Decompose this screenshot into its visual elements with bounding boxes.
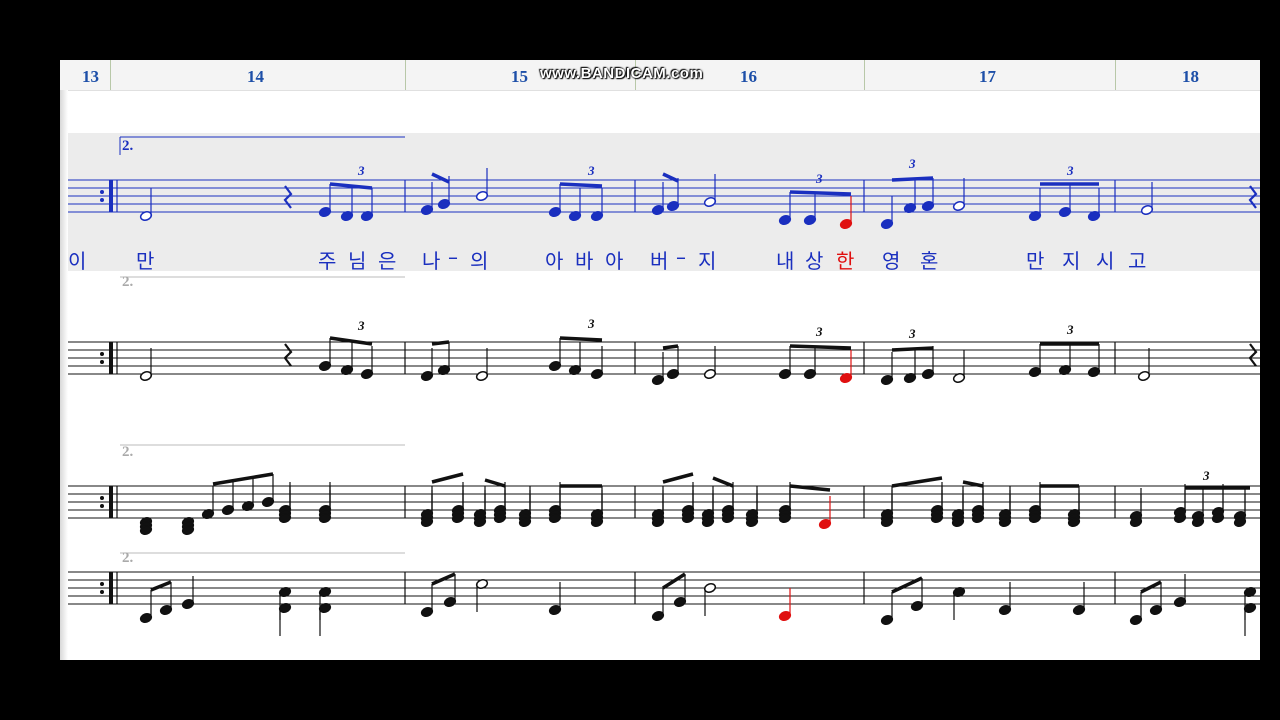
- note-beam: [431, 172, 450, 184]
- lyric-syllable[interactable]: 이: [68, 245, 86, 274]
- notation-canvas[interactable]: 3 3 3 3 3 3 3 3 3 3 3: [60, 60, 1260, 660]
- note-beam: [712, 476, 734, 488]
- note-beam: [150, 580, 172, 592]
- repeat-barline-thick: [109, 486, 113, 518]
- note-beam: [891, 476, 943, 488]
- lyric-syllable[interactable]: 내: [776, 245, 794, 274]
- lyric-syllable[interactable]: 은: [378, 245, 396, 274]
- score-viewport[interactable]: 13 14 15 16 17 18 www.BANDICAM.com 33333…: [60, 60, 1260, 660]
- repeat-dot: [100, 360, 104, 364]
- triplet-mark: 3: [1066, 322, 1074, 337]
- note-beam: [962, 480, 984, 488]
- note-beam: [662, 472, 694, 484]
- triplet-mark: 3: [357, 318, 365, 333]
- repeat-dot: [100, 582, 104, 586]
- note-beam: [789, 344, 852, 350]
- note-beam: [891, 176, 934, 182]
- note-beam: [662, 344, 679, 350]
- volta-label: 2.: [122, 138, 134, 154]
- lyric-syllable[interactable]: 영: [882, 245, 900, 274]
- lyric-syllable[interactable]: 바: [575, 245, 593, 274]
- triplet-mark: 3: [908, 156, 916, 171]
- volta-label: 2.: [122, 274, 134, 290]
- repeat-dot: [100, 190, 104, 194]
- triplet-mark: 3: [908, 326, 916, 341]
- note-beam: [559, 182, 603, 188]
- note-beam: [484, 478, 506, 488]
- note-beam: [662, 572, 686, 590]
- repeat-dot: [100, 198, 104, 202]
- lyric-syllable[interactable]: 아: [605, 245, 623, 274]
- lyric-syllable[interactable]: 님: [348, 245, 366, 274]
- repeat-dot: [100, 504, 104, 508]
- triplet-mark: 3: [587, 163, 595, 178]
- repeat-barline-thick: [109, 572, 113, 604]
- lyric-syllable[interactable]: 나: [422, 245, 440, 274]
- quarter-rest: [1248, 343, 1258, 367]
- lyric-syllable[interactable]: 시: [1096, 245, 1114, 274]
- lyric-syllable[interactable]: 의: [470, 245, 488, 274]
- repeat-barline-thick: [109, 180, 113, 212]
- volta-label: 2.: [122, 550, 134, 566]
- note-beam: [329, 182, 373, 190]
- lyric-syllable[interactable]: –: [448, 245, 458, 269]
- lyric-syllable[interactable]: 아: [545, 245, 563, 274]
- triplet-mark: 3: [1202, 468, 1210, 483]
- triplet-mark: 3: [1066, 163, 1074, 178]
- volta-label: 2.: [122, 444, 134, 460]
- quarter-rest: [1248, 185, 1258, 209]
- note-beam: [431, 572, 456, 586]
- triplet-mark: 3: [815, 171, 823, 186]
- repeat-barline-thick: [109, 342, 113, 374]
- note-beam: [329, 336, 373, 346]
- lyric-syllable[interactable]: 지: [698, 245, 716, 274]
- note-beam: [431, 340, 450, 346]
- repeat-dot: [100, 590, 104, 594]
- triplet-mark: 3: [357, 163, 365, 178]
- lyric-syllable[interactable]: 만: [136, 245, 154, 274]
- quarter-rest: [283, 185, 293, 209]
- note-beam: [431, 472, 464, 484]
- repeat-dot: [100, 352, 104, 356]
- quarter-rest: [283, 343, 293, 367]
- lyric-syllable[interactable]: 버: [650, 245, 668, 274]
- note-beam: [212, 472, 274, 486]
- note-beam: [1140, 580, 1162, 594]
- lyric-syllable[interactable]: 상: [805, 245, 823, 274]
- lyric-syllable[interactable]: 만: [1026, 245, 1044, 274]
- lyric-syllable[interactable]: 지: [1062, 245, 1080, 274]
- note-beam: [789, 484, 831, 492]
- note-beam: [789, 190, 852, 196]
- lyric-syllable[interactable]: 혼: [920, 245, 938, 274]
- note-beam: [559, 336, 603, 342]
- triplet-mark: 3: [587, 316, 595, 331]
- repeat-dot: [100, 496, 104, 500]
- lyric-syllable-current[interactable]: 한: [836, 245, 854, 274]
- lyric-syllable[interactable]: 고: [1128, 245, 1146, 274]
- lyric-syllable[interactable]: 주: [318, 245, 336, 274]
- note-beam: [891, 346, 934, 352]
- lyric-syllable[interactable]: –: [676, 245, 686, 269]
- triplet-mark: 3: [815, 324, 823, 339]
